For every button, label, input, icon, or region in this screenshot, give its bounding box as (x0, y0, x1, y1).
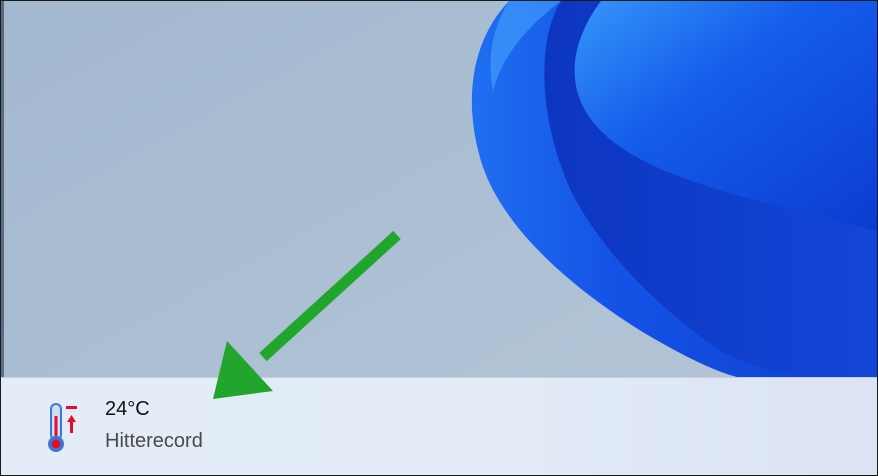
window-edge (1, 1, 4, 377)
thermometer-heat-icon (48, 403, 77, 452)
weather-condition: Hitterecord (105, 430, 203, 452)
weather-widget[interactable]: 24°C Hitterecord (37, 392, 257, 462)
taskbar[interactable]: 24°C Hitterecord (1, 377, 877, 475)
desktop-screen: 24°C Hitterecord (0, 0, 878, 476)
weather-temperature: 24°C (105, 398, 150, 420)
